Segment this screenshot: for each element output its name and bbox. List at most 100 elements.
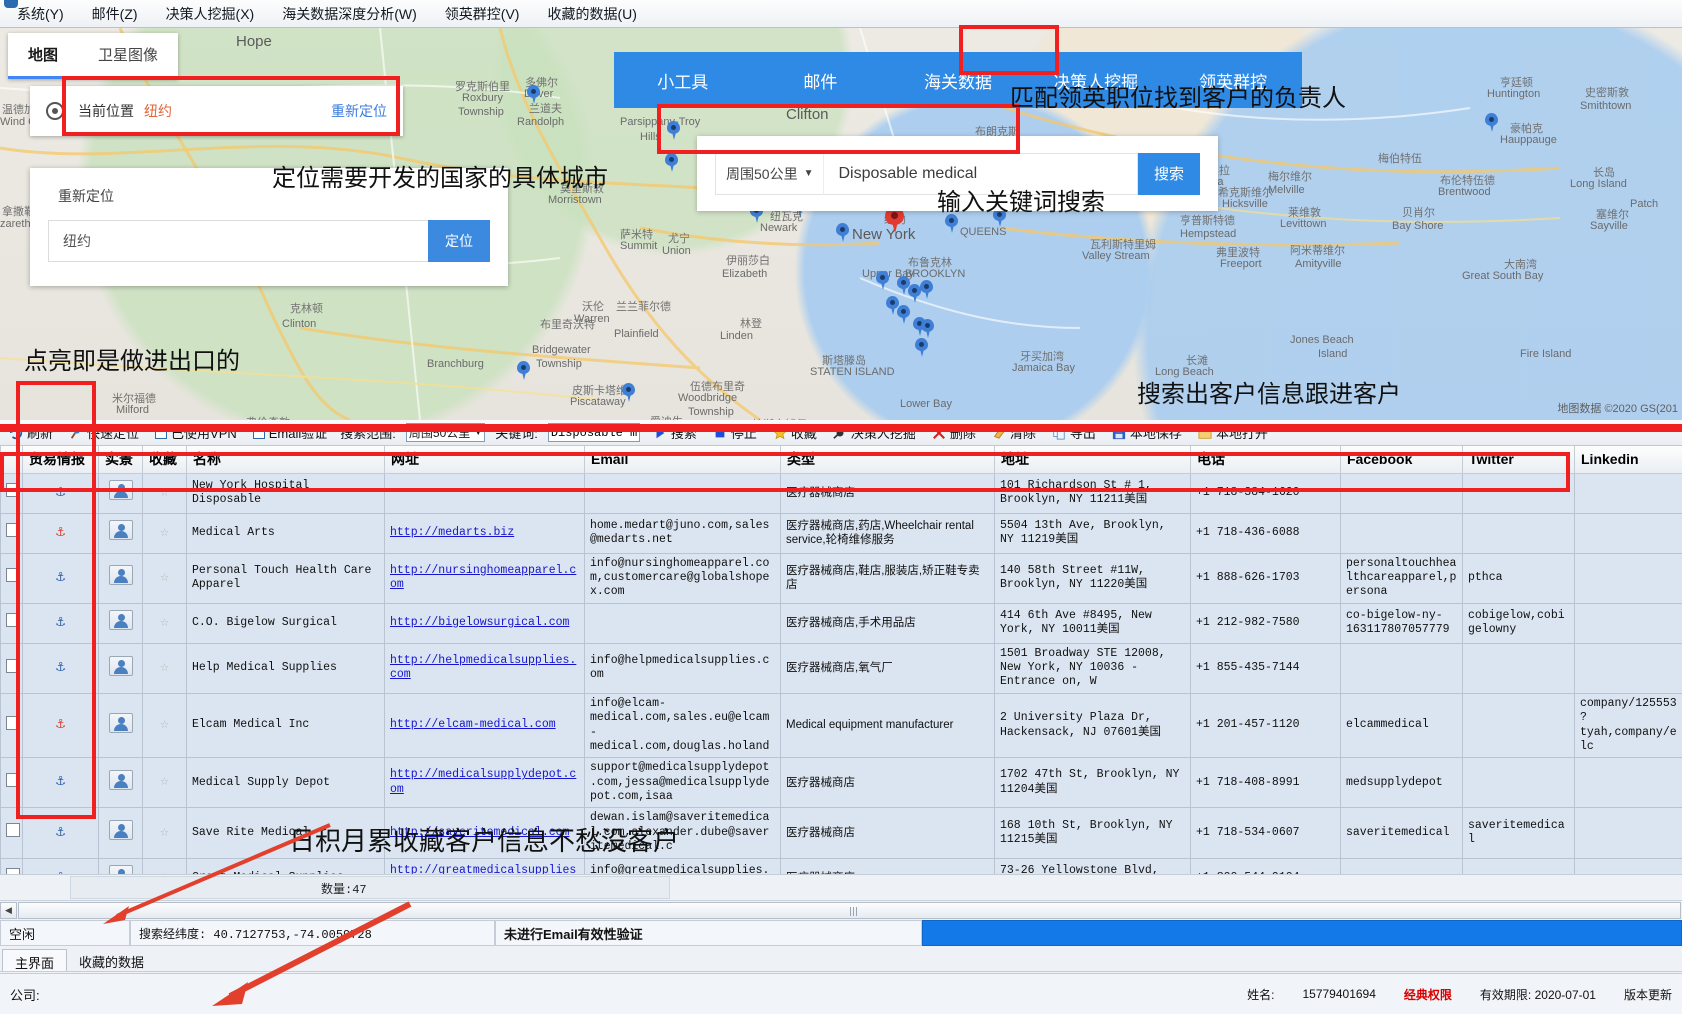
table-row[interactable]: ⚓☆Elcam Medical Inchttp://elcam-medical.… — [1, 693, 1682, 758]
th-phone[interactable]: 电话 — [1191, 446, 1341, 473]
table-row[interactable]: ⚓☆New York Hospital Disposable医疗器械商店101 … — [1, 473, 1682, 513]
cell-trade-intel[interactable]: ⚓ — [23, 513, 99, 553]
menu-decision-maker[interactable]: 决策人挖掘(X) — [163, 2, 258, 26]
cell-website[interactable] — [385, 473, 585, 513]
scroll-thumb[interactable] — [18, 902, 1681, 919]
cell-website[interactable]: http://nursinghomeapparel.com — [385, 553, 585, 603]
anchor-icon[interactable]: ⚓ — [56, 773, 65, 790]
anchor-icon[interactable]: ⚓ — [56, 614, 65, 631]
email-verify-checkbox[interactable]: Email验证 — [250, 422, 331, 443]
cell-favorite[interactable]: ☆ — [143, 693, 187, 758]
menu-system[interactable]: 系统(Y) — [14, 2, 67, 26]
cell-streetview[interactable] — [99, 758, 143, 808]
th-select[interactable] — [1, 446, 23, 473]
streetview-person-icon[interactable] — [109, 656, 133, 676]
map-marker[interactable] — [915, 338, 928, 357]
relocate-city-input[interactable] — [48, 220, 428, 262]
menu-linkedin[interactable]: 领英群控(V) — [442, 2, 523, 26]
cell-select[interactable] — [1, 858, 23, 874]
menu-customs-analysis[interactable]: 海关数据深度分析(W) — [279, 2, 420, 26]
map-type-switcher[interactable]: 地图 卫星图像 — [8, 33, 178, 79]
grid-range-select[interactable]: 周围50公里 ▼ — [406, 423, 485, 442]
anchor-icon[interactable]: ⚓ — [56, 659, 65, 676]
th-website[interactable]: 网址 — [385, 446, 585, 473]
website-link[interactable]: http://medicalsupplydepot.com — [390, 768, 576, 795]
grid-decision-maker-button[interactable]: 决策人挖掘 — [830, 422, 919, 443]
grid-search-button[interactable]: 搜索 — [650, 422, 700, 443]
star-icon[interactable]: ☆ — [160, 484, 169, 501]
cell-favorite[interactable]: ☆ — [143, 553, 187, 603]
cell-website[interactable]: http://medicalsupplydepot.com — [385, 758, 585, 808]
grid-save-local-button[interactable]: 本地保存 — [1109, 422, 1185, 443]
cell-favorite[interactable]: ☆ — [143, 473, 187, 513]
row-checkbox[interactable] — [6, 568, 20, 582]
map-search-button[interactable]: 搜索 — [1138, 153, 1200, 195]
cell-select[interactable] — [1, 643, 23, 693]
cell-website[interactable]: http://bigelowsurgical.com — [385, 603, 585, 643]
map-type-satellite[interactable]: 卫星图像 — [78, 33, 178, 79]
map-type-map[interactable]: 地图 — [8, 33, 78, 79]
map-marker[interactable] — [876, 271, 889, 290]
cell-trade-intel[interactable]: ⚓ — [23, 643, 99, 693]
star-icon[interactable]: ☆ — [160, 716, 169, 733]
map-marker[interactable] — [622, 383, 635, 402]
tab-favorites[interactable]: 收藏的数据 — [67, 949, 156, 971]
th-address[interactable]: 地址 — [995, 446, 1191, 473]
streetview-person-icon[interactable] — [109, 610, 133, 630]
cell-trade-intel[interactable]: ⚓ — [23, 553, 99, 603]
cell-trade-intel[interactable]: ⚓ — [23, 758, 99, 808]
cell-website[interactable]: http://helpmedicalsupplies.com — [385, 643, 585, 693]
cell-streetview[interactable] — [99, 473, 143, 513]
cell-favorite[interactable]: ☆ — [143, 808, 187, 858]
anchor-icon[interactable]: ⚓ — [56, 524, 65, 541]
th-streetview[interactable]: 实景 — [99, 446, 143, 473]
row-checkbox[interactable] — [6, 659, 20, 673]
grid-open-local-button[interactable]: 本地打开 — [1195, 422, 1271, 443]
cell-favorite[interactable]: ☆ — [143, 858, 187, 874]
cell-favorite[interactable]: ☆ — [143, 643, 187, 693]
cell-trade-intel[interactable]: ⚓ — [23, 808, 99, 858]
vpn-checkbox[interactable]: 已使用VPN — [152, 422, 240, 443]
relocate-confirm-button[interactable]: 定位 — [428, 220, 490, 262]
website-link[interactable]: http://helpmedicalsupplies.com — [390, 654, 576, 681]
row-checkbox[interactable] — [6, 773, 20, 787]
streetview-person-icon[interactable] — [109, 480, 133, 500]
map-marker[interactable] — [665, 153, 678, 172]
menu-mail[interactable]: 邮件(Z) — [89, 2, 141, 26]
cell-select[interactable] — [1, 758, 23, 808]
menu-favorites[interactable]: 收藏的数据(U) — [544, 2, 639, 26]
map-marker[interactable] — [1485, 113, 1498, 132]
website-link[interactable]: http://medarts.biz — [390, 526, 514, 539]
version-update-link[interactable]: 版本更新 — [1624, 986, 1672, 1003]
table-row[interactable]: ⚓☆Personal Touch Health Care Apparelhttp… — [1, 553, 1682, 603]
cell-select[interactable] — [1, 553, 23, 603]
website-link[interactable]: http://elcam-medical.com — [390, 718, 556, 731]
map-marker[interactable] — [667, 121, 680, 140]
cell-website[interactable]: http://medarts.biz — [385, 513, 585, 553]
vpn-checkbox-box[interactable] — [155, 427, 167, 439]
row-checkbox[interactable] — [6, 613, 20, 627]
cell-website[interactable]: http://greatmedicalsupplies.com — [385, 858, 585, 874]
horizontal-scrollbar[interactable]: ◀ — [0, 900, 1682, 920]
table-row[interactable]: ⚓☆Great Medical Supplieshttp://greatmedi… — [1, 858, 1682, 874]
bottom-tabs[interactable]: 主界面 收藏的数据 — [0, 946, 1682, 972]
row-checkbox[interactable] — [6, 823, 20, 837]
table-row[interactable]: ⚓☆Medical Supply Depothttp://medicalsupp… — [1, 758, 1682, 808]
row-checkbox[interactable] — [6, 523, 20, 537]
results-table-scroll[interactable]: 贸易情报 实景 收藏 名称 网址 Email 类型 地址 电话 Facebook… — [0, 446, 1682, 874]
cell-streetview[interactable] — [99, 693, 143, 758]
star-icon[interactable]: ☆ — [160, 773, 169, 790]
cell-website[interactable]: http://elcam-medical.com — [385, 693, 585, 758]
nav-mail[interactable]: 邮件 — [752, 68, 890, 93]
cell-trade-intel[interactable]: ⚓ — [23, 473, 99, 513]
th-email[interactable]: Email — [585, 446, 781, 473]
th-name[interactable]: 名称 — [187, 446, 385, 473]
cell-trade-intel[interactable]: ⚓ — [23, 693, 99, 758]
search-range-select[interactable]: 周围50公里 ▼ — [715, 153, 823, 195]
quick-locate-button[interactable]: 快速定位 — [66, 422, 142, 443]
grid-export-button[interactable]: 导出 — [1049, 422, 1099, 443]
map-marker[interactable] — [920, 280, 933, 299]
cell-streetview[interactable] — [99, 513, 143, 553]
map-view[interactable]: Hope利伯蒂Liberty哈克特斯敦Hackettstown罗克斯伯里Roxb… — [0, 28, 1682, 420]
th-twitter[interactable]: Twitter — [1463, 446, 1575, 473]
